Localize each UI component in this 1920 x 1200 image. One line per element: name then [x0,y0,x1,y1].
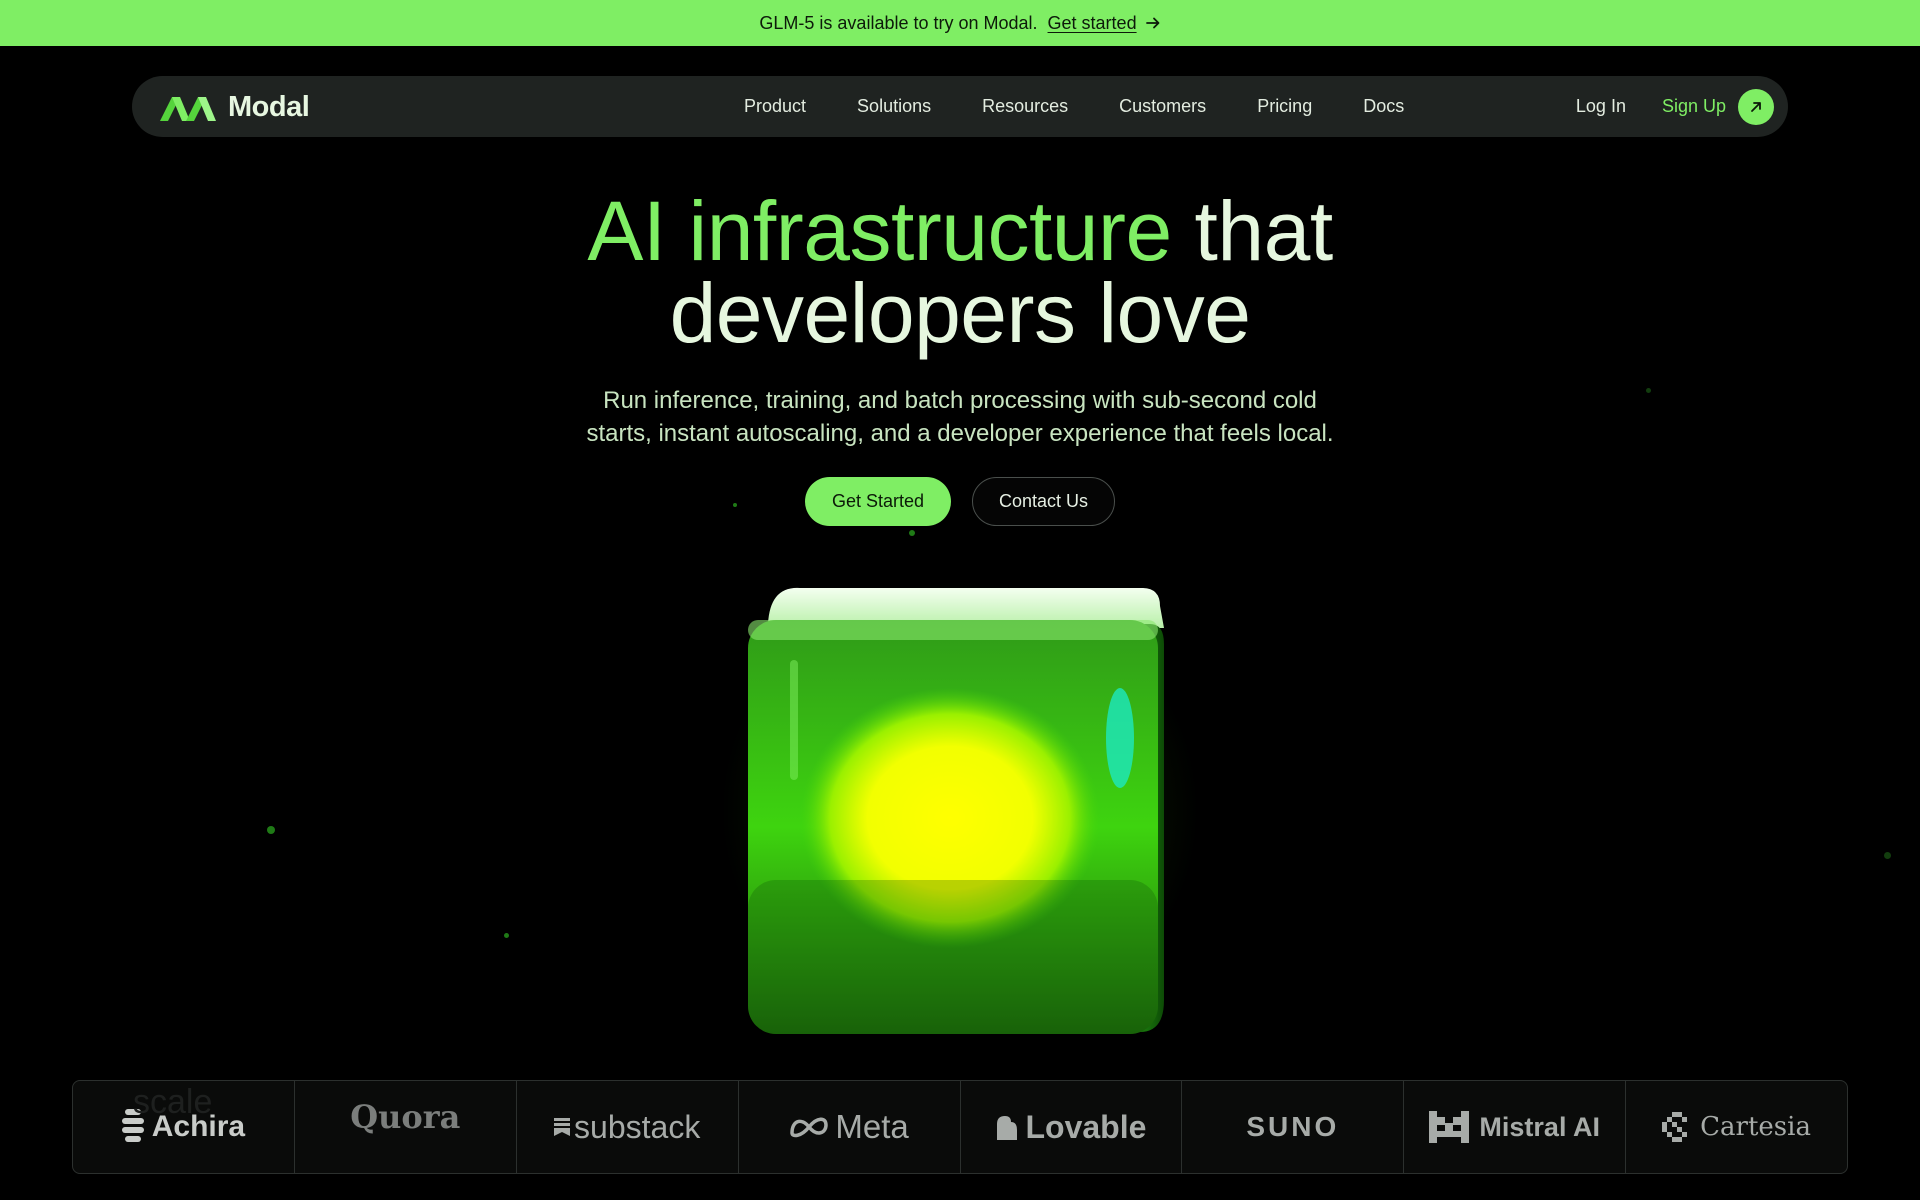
hero-title: AI infrastructure that developers love [0,189,1920,360]
top-nav: Modal Product Solutions Resources Custom… [132,76,1788,137]
logo-meta: Meta [739,1081,961,1173]
logo-suno: SUNO [1182,1081,1405,1173]
announcement-link-label: Get started [1047,12,1137,33]
announcement-bar: GLM-5 is available to try on Modal. Get … [0,0,1920,46]
contact-us-button[interactable]: Contact Us [972,477,1116,526]
cartesia-logo-icon [1662,1112,1688,1142]
nav-item-resources[interactable]: Resources [982,96,1068,117]
nav-item-product[interactable]: Product [744,96,806,117]
hero-title-line2: developers love [669,266,1251,360]
nav-item-solutions[interactable]: Solutions [857,96,931,117]
brand-logo[interactable]: Modal [160,91,310,124]
customer-logos: scale Achira Quora substack Meta Lovable… [72,1080,1848,1174]
logo-meta-label: Meta [835,1108,909,1145]
logo-cartesia: Cartesia [1626,1081,1847,1173]
modal-logo-icon [160,96,216,121]
hero-title-line1: AI infrastructure that [0,189,1920,273]
particle-dot [909,530,915,536]
logo-suno-label: SUNO [1246,1111,1340,1142]
hero-title-rest: that [1171,184,1334,278]
particle-dot [267,826,275,834]
mistral-logo-icon [1429,1111,1470,1143]
scale-ghost-text: scale [133,1083,213,1121]
cta-row: Get Started Contact Us [0,477,1920,526]
particle-dot [504,933,509,938]
arrow-right-icon [1145,17,1159,29]
hero-subtitle: Run inference, training, and batch proce… [520,384,1400,450]
logo-quora-label: Quora [350,1098,461,1136]
login-link[interactable]: Log In [1576,96,1626,117]
get-started-button[interactable]: Get Started [804,477,951,526]
signup-link[interactable]: Sign Up [1662,96,1726,117]
logo-lovable: Lovable [961,1081,1183,1173]
logo-quora: Quora [295,1081,517,1173]
arrow-up-right-icon [1751,101,1761,112]
logo-mistral-label: Mistral AI [1479,1111,1600,1142]
signup-button[interactable] [1738,88,1774,125]
hero-title-accent: AI infrastructure [587,184,1172,278]
logo-achira: scale Achira [73,1081,295,1173]
announcement-text: GLM-5 is available to try on Modal. [759,12,1038,33]
nav-item-pricing[interactable]: Pricing [1257,96,1312,117]
meta-logo-icon [790,1117,829,1138]
announcement-link[interactable]: Get started [1048,13,1161,34]
nav-links: Product Solutions Resources Customers Pr… [744,76,1455,137]
nav-item-docs[interactable]: Docs [1363,96,1404,117]
lovable-logo-icon [997,1116,1018,1140]
hero-subtitle-line2: starts, instant autoscaling, and a devel… [586,420,1334,447]
logo-lovable-label: Lovable [1025,1108,1147,1145]
brand-name: Modal [228,91,310,123]
particle-dot [1646,388,1651,393]
hero-subtitle-line1: Run inference, training, and batch proce… [603,387,1317,414]
substack-logo-icon [554,1118,571,1136]
nav-auth: Log In Sign Up [1576,76,1774,137]
logo-mistral: Mistral AI [1404,1081,1627,1173]
logo-substack-label: substack [574,1108,701,1145]
glowing-cube-illustration [748,587,1164,1034]
particle-dot [1884,852,1891,859]
nav-item-customers[interactable]: Customers [1119,96,1206,117]
logo-substack: substack [517,1081,739,1173]
logo-cartesia-label: Cartesia [1700,1112,1811,1142]
